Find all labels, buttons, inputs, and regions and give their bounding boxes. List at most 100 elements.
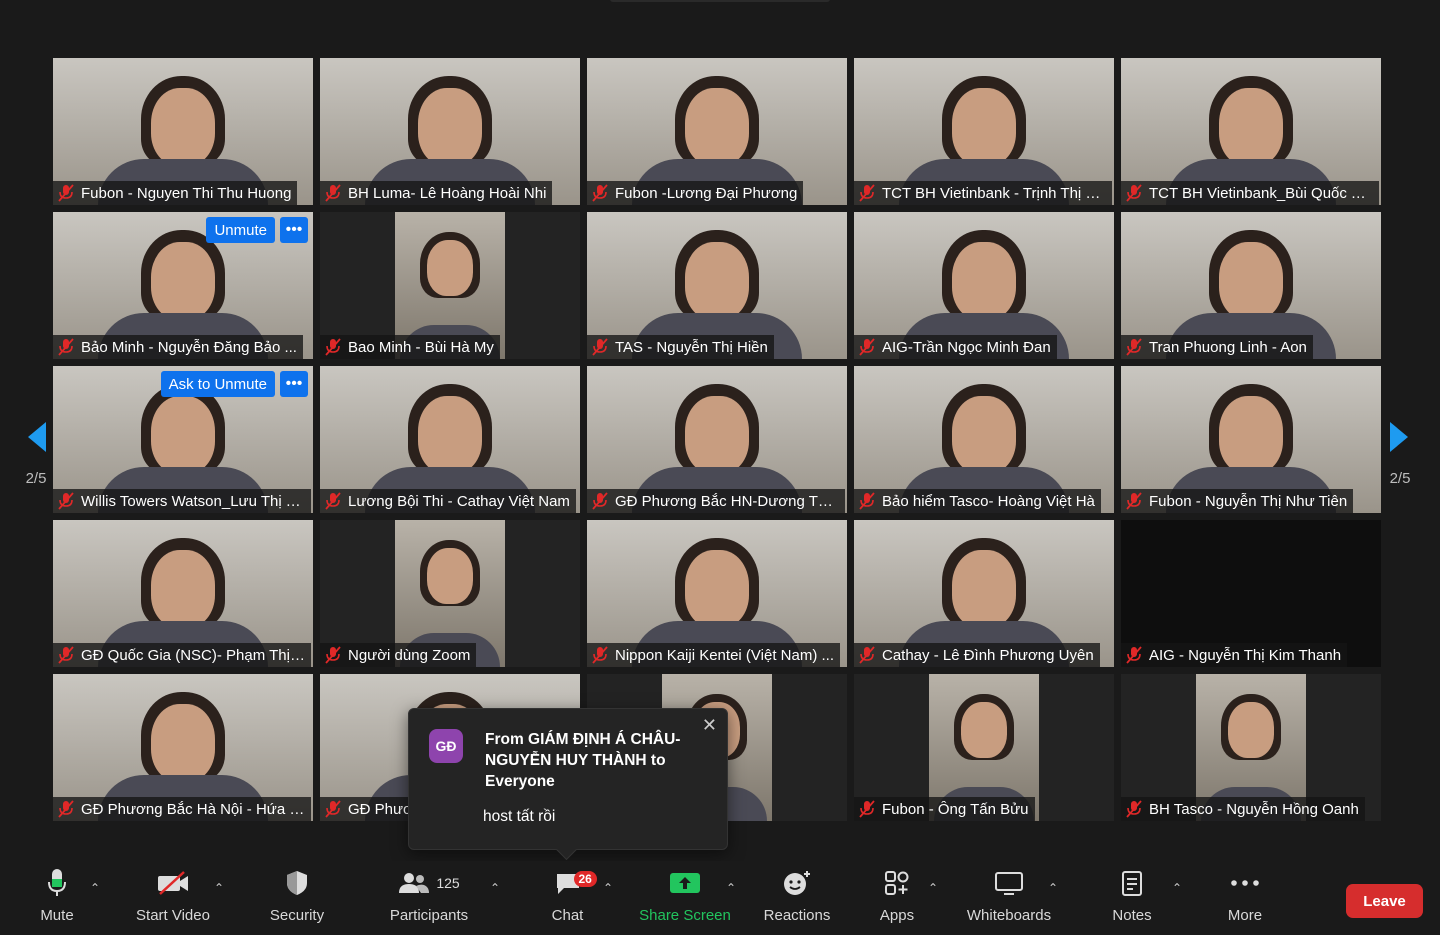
chat-options-chevron-icon[interactable]: ⌃ [603, 881, 613, 895]
apps-icon [885, 871, 909, 895]
participant-tile[interactable]: Cathay - Lê Đình Phương Uyên [854, 520, 1114, 667]
participant-tile[interactable]: Lương Bội Thi - Cathay Việt Nam [320, 366, 580, 513]
participant-name: Nippon Kaiji Kentei (Việt Nam) ... [615, 646, 834, 664]
participant-tile[interactable]: Bảo hiểm Tasco- Hoàng Việt Hà [854, 366, 1114, 513]
participant-face [952, 242, 1016, 320]
mic-muted-icon [57, 184, 75, 202]
participant-face [151, 704, 215, 782]
participant-tile[interactable]: Fubon - Nguyễn Thị Như Tiên [1121, 366, 1381, 513]
shield-icon [287, 871, 307, 895]
mic-muted-icon [324, 492, 342, 510]
participant-name: Bảo hiểm Tasco- Hoàng Việt Hà [882, 492, 1095, 510]
tile-action-button[interactable]: Ask to Unmute [160, 371, 275, 397]
mic-muted-icon [324, 646, 342, 664]
mic-muted-icon [324, 800, 342, 818]
participant-tile[interactable]: TAS - Nguyễn Thị Hiền [587, 212, 847, 359]
chat-notification[interactable]: GĐ From GIÁM ĐỊNH Á CHÂU- NGUYỄN HUY THÀ… [408, 708, 728, 850]
next-page-control[interactable]: 2/5 [1380, 420, 1420, 487]
participant-name: Fubon - Nguyễn Thị Như Tiên [1149, 492, 1348, 510]
mute-options-chevron-icon[interactable]: ⌃ [90, 881, 100, 895]
mic-muted-icon [1125, 338, 1143, 356]
tile-more-options-icon[interactable]: ••• [280, 371, 308, 397]
mic-muted-icon [1125, 492, 1143, 510]
prev-page-control[interactable]: 2/5 [16, 420, 56, 487]
participant-name: GĐ Phươ [348, 800, 413, 818]
reactions-label: Reactions [763, 907, 831, 924]
participant-face [418, 396, 482, 474]
participant-face [961, 702, 1007, 758]
chevron-left-icon[interactable] [24, 420, 48, 454]
participant-tile[interactable]: TCT BH Vietinbank - Trịnh Thị L... [854, 58, 1114, 205]
participant-tile[interactable]: BH Tasco - Nguyễn Hồng Oanh [1121, 674, 1381, 821]
notes-button[interactable]: Notes [1107, 861, 1157, 935]
mic-muted-icon [1125, 184, 1143, 202]
participant-tile[interactable]: BH Luma- Lê Hoàng Hoài Nhi [320, 58, 580, 205]
start-video-button[interactable]: Start Video [133, 861, 213, 935]
participant-tile[interactable]: Willis Towers Watson_Lưu Thị T... Ask to … [53, 366, 313, 513]
whiteboards-options-chevron-icon[interactable]: ⌃ [1048, 881, 1058, 895]
tile-action-button[interactable]: Unmute [206, 217, 275, 243]
participants-icon [399, 873, 430, 893]
participant-tile[interactable]: Bao Minh - Bùi Hà My [320, 212, 580, 359]
participant-face [1219, 396, 1283, 474]
security-button[interactable]: Security [266, 861, 328, 935]
participant-tile[interactable]: GĐ Phương Bắc Hà Nội - Hứa N... [53, 674, 313, 821]
participant-tile[interactable]: Người dùng Zoom [320, 520, 580, 667]
apps-options-chevron-icon[interactable]: ⌃ [928, 881, 938, 895]
tile-more-options-icon[interactable]: ••• [280, 217, 308, 243]
participant-tile[interactable]: AIG-Trần Ngọc Minh Đan [854, 212, 1114, 359]
participant-tile[interactable]: GĐ Phương Bắc HN-Dương Thị ... [587, 366, 847, 513]
participant-tile[interactable]: Fubon - Nguyen Thi Thu Huong [53, 58, 313, 205]
participant-tile[interactable]: AIG - Nguyễn Thị Kim Thanh [1121, 520, 1381, 667]
mic-muted-icon [57, 646, 75, 664]
participant-name-bar: Người dùng Zoom [320, 643, 477, 667]
participant-name-bar: BH Luma- Lê Hoàng Hoài Nhi [320, 181, 553, 205]
share-screen-icon [670, 873, 700, 893]
notes-options-chevron-icon[interactable]: ⌃ [1172, 881, 1182, 895]
participant-tile[interactable]: Fubon - Ông Tấn Bửu [854, 674, 1114, 821]
mic-muted-icon [324, 184, 342, 202]
apps-button[interactable]: Apps [877, 861, 917, 935]
participant-name-bar: BH Tasco - Nguyễn Hồng Oanh [1121, 797, 1365, 821]
whiteboards-button[interactable]: Whiteboards [962, 861, 1056, 935]
chevron-right-icon[interactable] [1388, 420, 1412, 454]
participant-tile[interactable]: Fubon -Lương Đại Phương [587, 58, 847, 205]
participants-options-chevron-icon[interactable]: ⌃ [490, 881, 500, 895]
participant-tile[interactable]: Nippon Kaiji Kentei (Việt Nam) ... [587, 520, 847, 667]
smiley-plus-icon [784, 871, 810, 895]
participant-name-bar: Fubon - Nguyen Thi Thu Huong [53, 181, 298, 205]
participant-tile[interactable]: TCT BH Vietinbank_Bùi Quốc Tu... [1121, 58, 1381, 205]
close-icon[interactable]: ✕ [702, 715, 717, 736]
participant-tile[interactable]: GĐ Quốc Gia (NSC)- Phạm Thị ... [53, 520, 313, 667]
mic-muted-icon [858, 800, 876, 818]
participant-tile[interactable]: Tran Phuong Linh - Aon [1121, 212, 1381, 359]
reactions-button[interactable]: Reactions [762, 861, 832, 935]
leave-button[interactable]: Leave [1346, 884, 1423, 918]
participant-name-bar: Bao Minh - Bùi Hà My [320, 335, 500, 359]
participants-button[interactable]: 125 Participants [387, 861, 471, 935]
mute-button[interactable]: Mute [32, 861, 82, 935]
whiteboard-icon [995, 872, 1023, 895]
share-options-chevron-icon[interactable]: ⌃ [726, 881, 736, 895]
more-label: More [1227, 907, 1263, 924]
mic-muted-icon [57, 492, 75, 510]
participant-name: GĐ Phương Bắc HN-Dương Thị ... [615, 492, 839, 510]
participant-face [151, 550, 215, 628]
participant-face [952, 88, 1016, 166]
more-button[interactable]: More [1222, 861, 1268, 935]
mic-muted-icon [591, 184, 609, 202]
mic-muted-icon [1125, 646, 1143, 664]
mic-muted-icon [858, 338, 876, 356]
share-screen-button[interactable]: Share Screen [638, 861, 732, 935]
mic-muted-icon [858, 184, 876, 202]
mic-muted-icon [324, 338, 342, 356]
chat-button[interactable]: 26 Chat [545, 861, 597, 935]
participant-face [151, 396, 215, 474]
participant-face [952, 396, 1016, 474]
participant-name-bar: Bảo Minh - Nguyễn Đăng Bảo ... [53, 335, 303, 359]
video-off-icon [158, 871, 188, 895]
video-options-chevron-icon[interactable]: ⌃ [214, 881, 224, 895]
notes-icon [1122, 871, 1142, 896]
participant-name: TCT BH Vietinbank_Bùi Quốc Tu... [1149, 184, 1373, 202]
participant-tile[interactable]: Bảo Minh - Nguyễn Đăng Bảo ... Unmute ••• [53, 212, 313, 359]
